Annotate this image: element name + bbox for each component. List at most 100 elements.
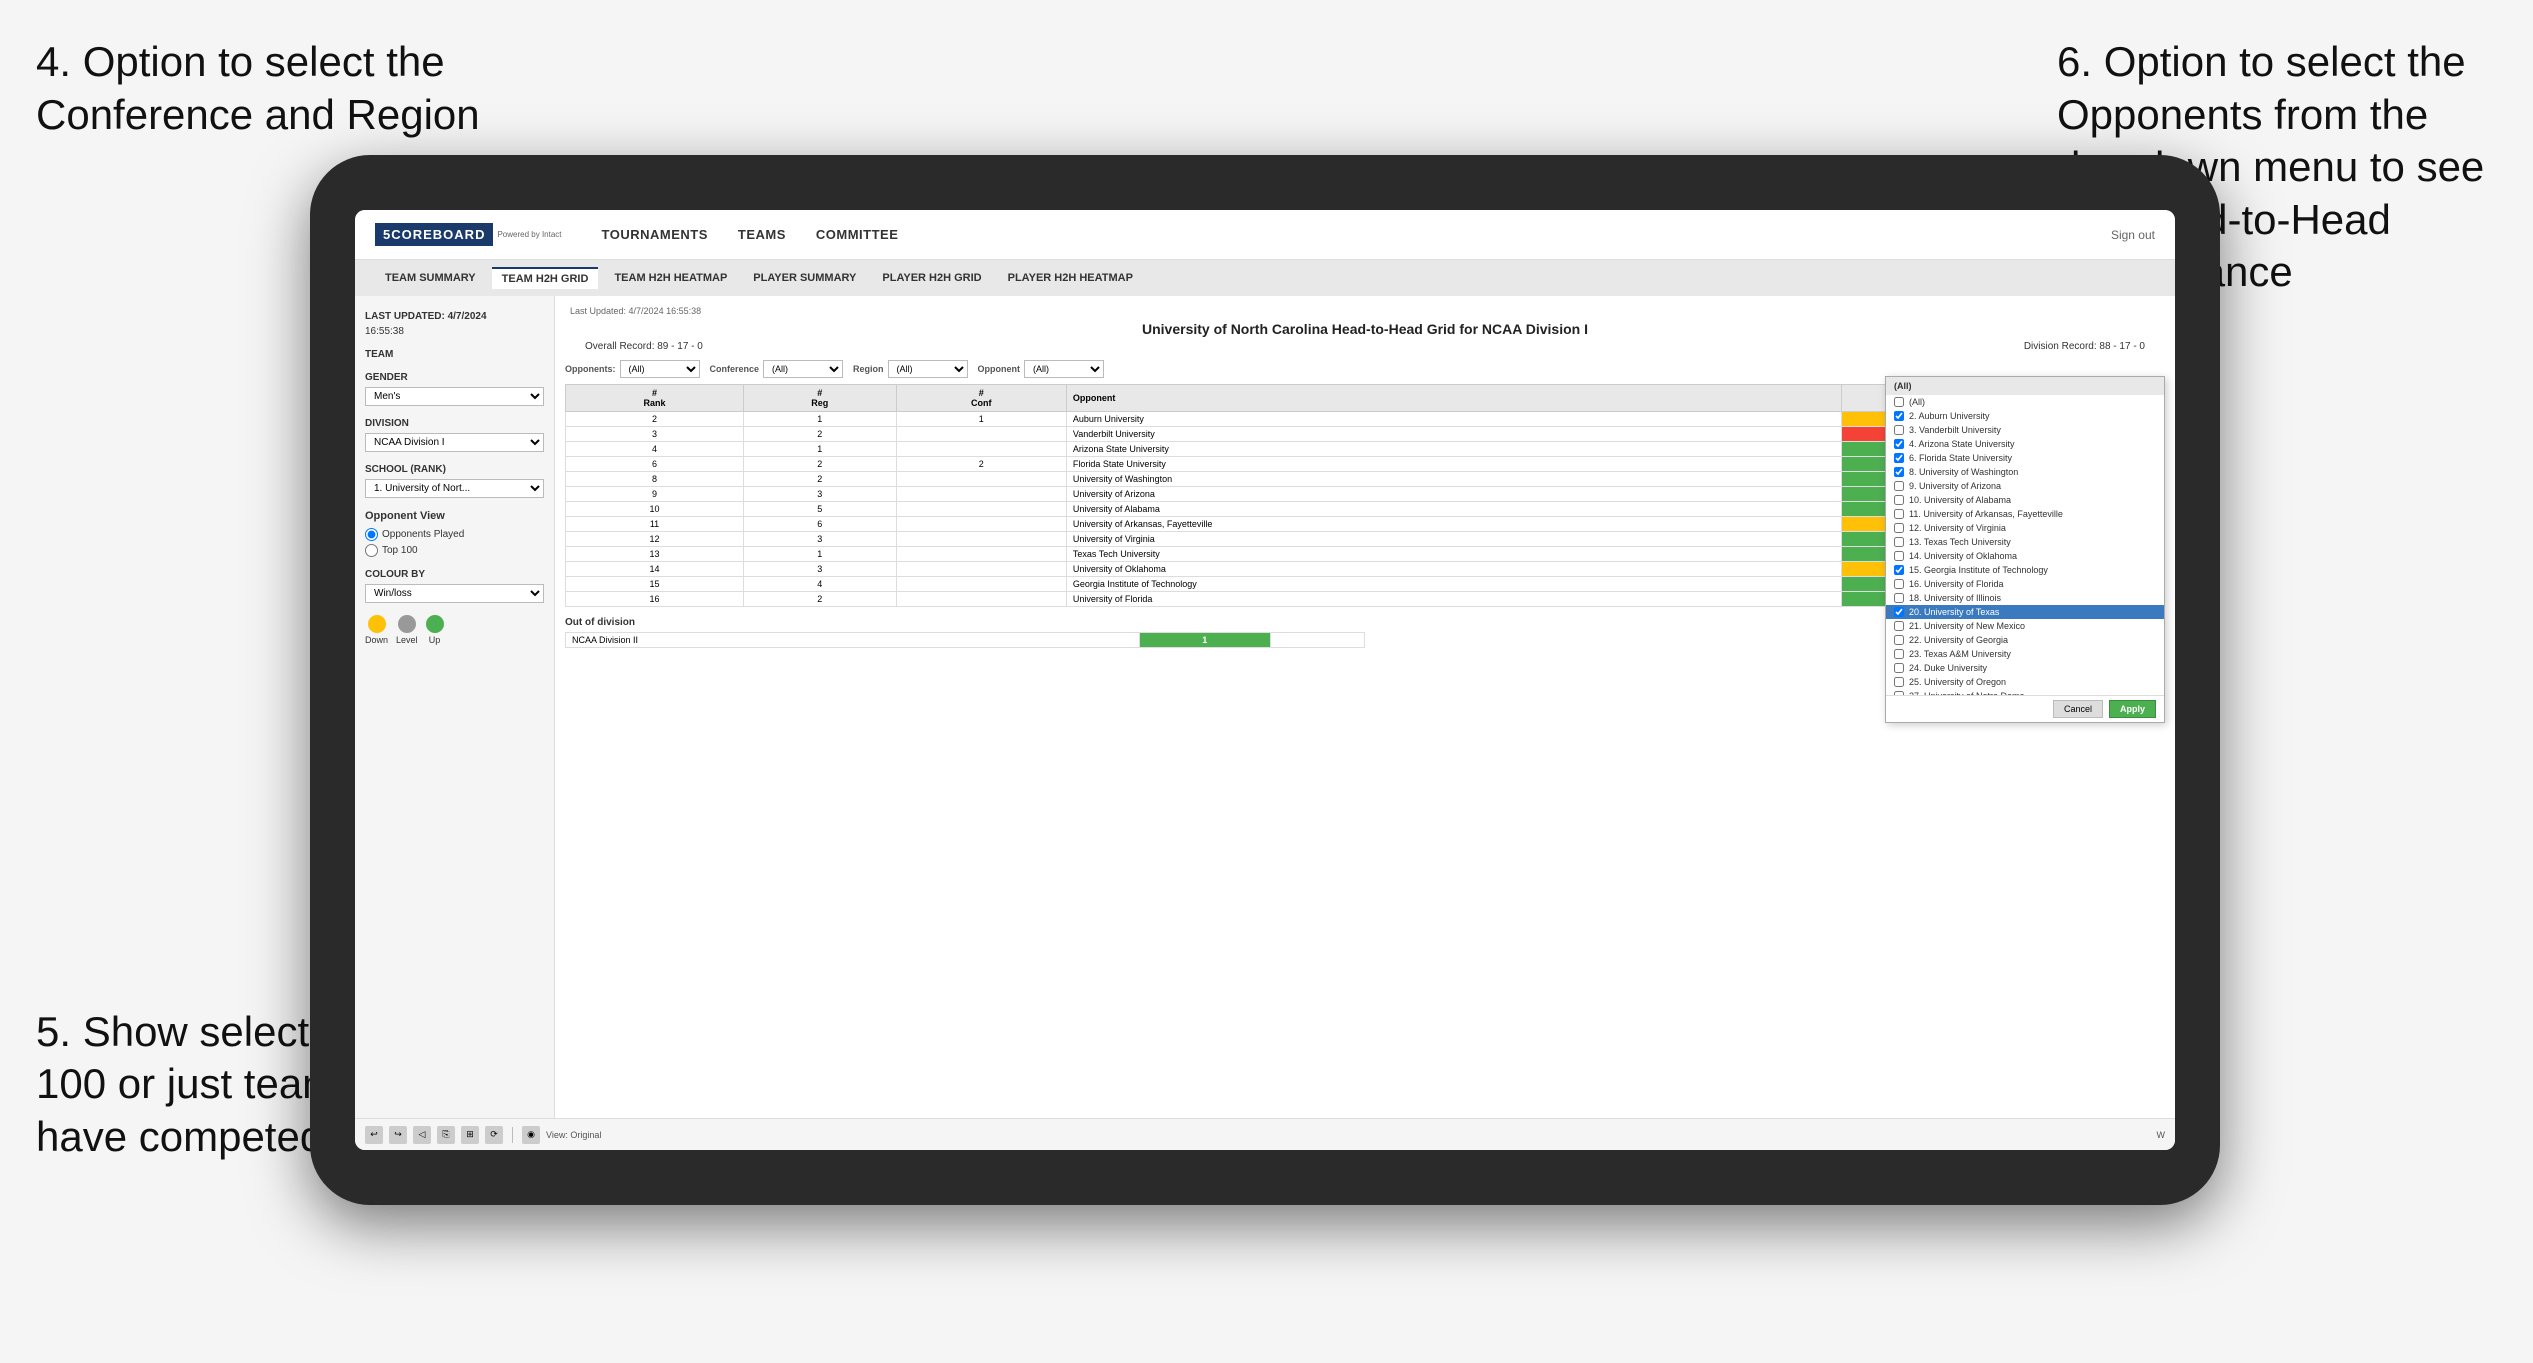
last-updated-time: 16:55:38 <box>365 326 544 337</box>
conference-filter-select[interactable]: (All) <box>763 360 843 378</box>
cell-rank: 16 <box>566 592 744 607</box>
dropdown-item[interactable]: 14. University of Oklahoma <box>1886 549 2164 563</box>
nav-sign-out[interactable]: Sign out <box>2111 228 2155 242</box>
opponent-filter-select[interactable]: (All) <box>1024 360 1104 378</box>
paste-icon[interactable]: ⊞ <box>461 1126 479 1144</box>
cell-conf <box>896 442 1066 457</box>
overall-record: Overall Record: 89 - 17 - 0 <box>585 341 703 352</box>
cell-rank: 4 <box>566 442 744 457</box>
table-title: University of North Carolina Head-to-Hea… <box>565 321 2165 337</box>
sub-nav-player-summary[interactable]: PLAYER SUMMARY <box>743 268 866 288</box>
legend-up-dot <box>426 615 444 633</box>
cell-opponent: Vanderbilt University <box>1066 427 1842 442</box>
dropdown-item[interactable]: 18. University of Illinois <box>1886 591 2164 605</box>
apply-button[interactable]: Apply <box>2109 700 2156 718</box>
logo-box: 5COREBOARD <box>375 223 493 246</box>
gender-select[interactable]: Men's <box>365 387 544 406</box>
logo-sub: Powered by Intact <box>497 230 561 239</box>
back-icon[interactable]: ◁ <box>413 1126 431 1144</box>
cell-rank: 13 <box>566 547 744 562</box>
copy-icon[interactable]: ⎘ <box>437 1126 455 1144</box>
dropdown-item[interactable]: 20. University of Texas <box>1886 605 2164 619</box>
school-select[interactable]: 1. University of Nort... <box>365 479 544 498</box>
cell-rank: 6 <box>566 457 744 472</box>
view-label: View: Original <box>546 1130 601 1140</box>
region-filter-select[interactable]: (All) <box>888 360 968 378</box>
dropdown-item[interactable]: 11. University of Arkansas, Fayetteville <box>1886 507 2164 521</box>
colour-by-select[interactable]: Win/loss <box>365 584 544 603</box>
annotation-top-left: 4. Option to select the Conference and R… <box>36 36 536 141</box>
division-record: Division Record: 88 - 17 - 0 <box>2024 341 2145 352</box>
cell-rank: 11 <box>566 517 744 532</box>
legend-down: Down <box>365 615 388 645</box>
dropdown-footer: Cancel Apply <box>1886 695 2164 722</box>
tablet: 5COREBOARD Powered by Intact TOURNAMENTS… <box>310 155 2220 1205</box>
sub-nav-team-summary[interactable]: TEAM SUMMARY <box>375 268 486 288</box>
gender-label: Gender <box>365 372 544 383</box>
cell-reg: 5 <box>744 502 897 517</box>
cell-reg: 6 <box>744 517 897 532</box>
dropdown-item[interactable]: 16. University of Florida <box>1886 577 2164 591</box>
toolbar-sep <box>512 1127 513 1143</box>
dropdown-item[interactable]: 3. Vanderbilt University <box>1886 423 2164 437</box>
view-icon[interactable]: ◉ <box>522 1126 540 1144</box>
logo: 5COREBOARD Powered by Intact <box>375 223 562 246</box>
sub-nav-team-h2h-grid[interactable]: TEAM H2H GRID <box>492 267 599 289</box>
out-of-division-row: NCAA Division II 1 <box>566 633 1365 648</box>
dropdown-item[interactable]: 22. University of Georgia <box>1886 633 2164 647</box>
legend-down-label: Down <box>365 635 388 645</box>
sub-nav-player-h2h-grid[interactable]: PLAYER H2H GRID <box>872 268 991 288</box>
opponents-played-radio[interactable]: Opponents Played <box>365 528 544 541</box>
division-select[interactable]: NCAA Division I <box>365 433 544 452</box>
dropdown-item[interactable]: 4. Arizona State University <box>1886 437 2164 451</box>
last-updated-section: Last Updated: 4/7/2024 16:55:38 <box>365 311 544 337</box>
cell-conf <box>896 592 1066 607</box>
cell-reg: 3 <box>744 487 897 502</box>
col-conf: #Conf <box>896 385 1066 412</box>
dropdown-item[interactable]: 21. University of New Mexico <box>1886 619 2164 633</box>
cell-opponent: University of Arkansas, Fayetteville <box>1066 517 1842 532</box>
dropdown-item[interactable]: 10. University of Alabama <box>1886 493 2164 507</box>
cell-reg: 2 <box>744 457 897 472</box>
dropdown-item[interactable]: 24. Duke University <box>1886 661 2164 675</box>
top-100-radio[interactable]: Top 100 <box>365 544 544 557</box>
sub-nav-player-h2h-heatmap[interactable]: PLAYER H2H HEATMAP <box>998 268 1143 288</box>
cell-rank: 10 <box>566 502 744 517</box>
cell-reg: 4 <box>744 577 897 592</box>
cell-reg: 1 <box>744 547 897 562</box>
gender-section: Gender Men's <box>365 372 544 406</box>
dropdown-item[interactable]: 13. Texas Tech University <box>1886 535 2164 549</box>
opponent-filter-group: Opponent (All) <box>978 360 1105 378</box>
dropdown-item[interactable]: 12. University of Virginia <box>1886 521 2164 535</box>
cell-reg: 2 <box>744 472 897 487</box>
dropdown-item[interactable]: 8. University of Washington <box>1886 465 2164 479</box>
opponent-view-title: Opponent View <box>365 510 544 522</box>
dropdown-item[interactable]: 23. Texas A&M University <box>1886 647 2164 661</box>
colour-by-label: Colour by <box>365 569 544 580</box>
dropdown-item[interactable]: 2. Auburn University <box>1886 409 2164 423</box>
cell-conf <box>896 427 1066 442</box>
cell-opponent: University of Alabama <box>1066 502 1842 517</box>
opponents-filter-select[interactable]: (All) <box>620 360 700 378</box>
dropdown-item[interactable]: 6. Florida State University <box>1886 451 2164 465</box>
cancel-button[interactable]: Cancel <box>2053 700 2103 718</box>
dropdown-item[interactable]: (All) <box>1886 395 2164 409</box>
nav-committee[interactable]: COMMITTEE <box>816 227 899 242</box>
sub-nav-team-h2h-heatmap[interactable]: TEAM H2H HEATMAP <box>604 268 737 288</box>
dropdown-item[interactable]: 9. University of Arizona <box>1886 479 2164 493</box>
nav-tournaments[interactable]: TOURNAMENTS <box>602 227 708 242</box>
dropdown-item[interactable]: 25. University of Oregon <box>1886 675 2164 689</box>
legend-up-label: Up <box>429 635 441 645</box>
legend-up: Up <box>426 615 444 645</box>
cell-od-loss <box>1270 633 1364 648</box>
refresh-icon[interactable]: ⟳ <box>485 1126 503 1144</box>
cell-opponent: University of Washington <box>1066 472 1842 487</box>
cell-conf <box>896 562 1066 577</box>
redo-icon[interactable]: ↪ <box>389 1126 407 1144</box>
dropdown-item[interactable]: 15. Georgia Institute of Technology <box>1886 563 2164 577</box>
nav-teams[interactable]: TEAMS <box>738 227 786 242</box>
dropdown-header: (All) <box>1886 377 2164 395</box>
last-updated-label: Last Updated: 4/7/2024 <box>365 311 544 322</box>
undo-icon[interactable]: ↩ <box>365 1126 383 1144</box>
cell-opponent: University of Virginia <box>1066 532 1842 547</box>
